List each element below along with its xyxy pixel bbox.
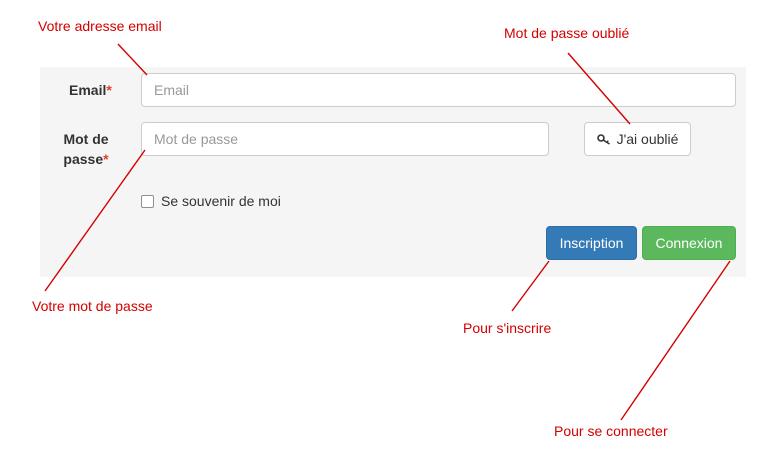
register-leader-line bbox=[511, 260, 550, 312]
email-leader-line bbox=[117, 43, 148, 76]
login-leader-line bbox=[620, 260, 731, 421]
annotation-leader-lines bbox=[44, 43, 731, 421]
password-annotation: Votre mot de passe bbox=[32, 298, 153, 314]
email-annotation: Votre adresse email bbox=[38, 18, 162, 34]
login-annotation: Pour se connecter bbox=[554, 423, 668, 439]
forgot-annotation: Mot de passe oublié bbox=[504, 25, 630, 41]
forgot-leader-line bbox=[567, 52, 631, 125]
password-leader-line bbox=[44, 149, 146, 292]
register-annotation: Pour s'inscrire bbox=[463, 320, 552, 336]
